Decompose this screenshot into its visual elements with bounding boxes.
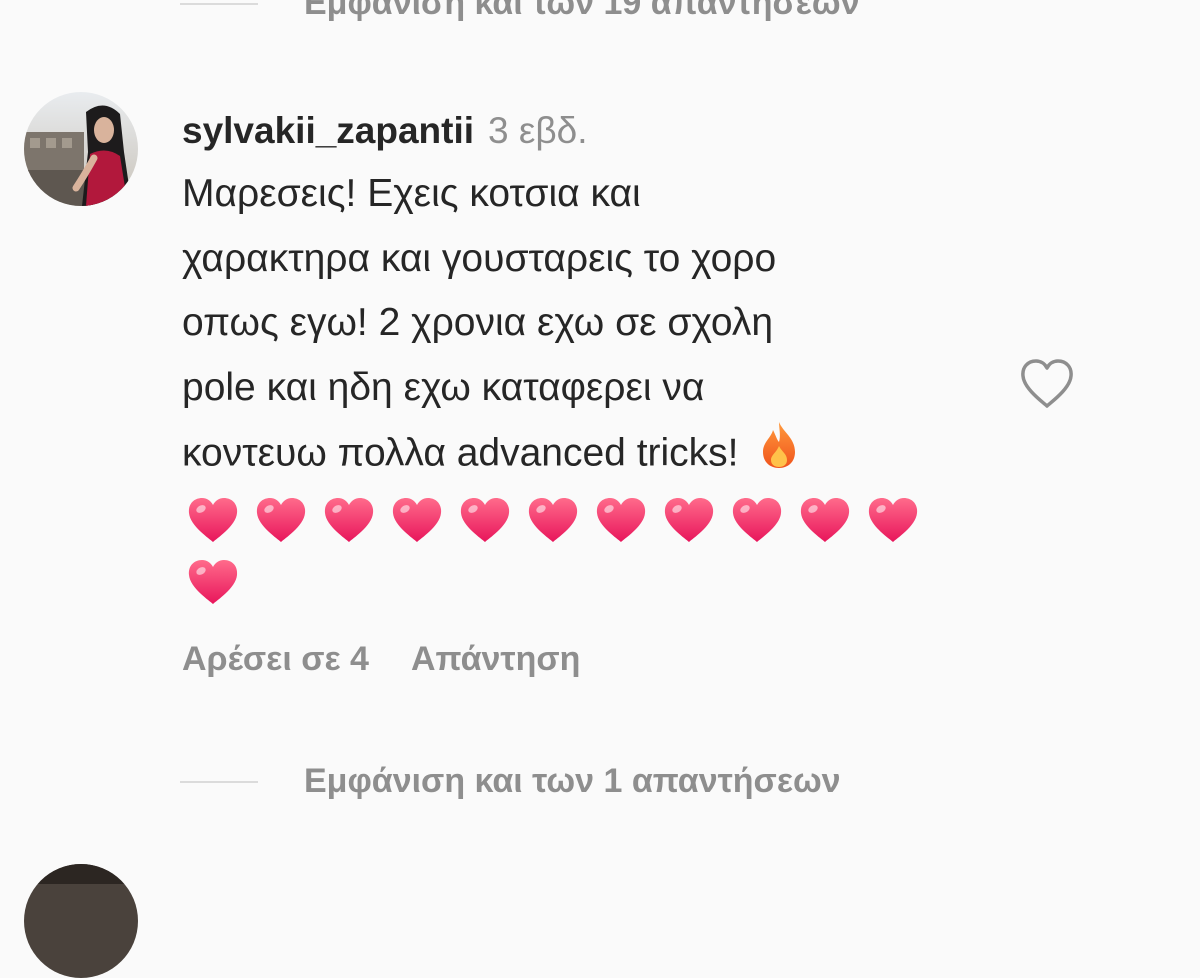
heart-emoji-icon [658,489,720,551]
heart-emoji-icon [794,489,856,551]
comment-line: οπως εγω! 2 χρονια εχω σε σχολη [182,301,774,344]
avatar-photo [24,92,138,206]
comment-line: pole και ηδη εχω καταφερει να [182,365,705,409]
heart-emoji-icon [454,489,516,551]
heart-emoji-icon [386,489,448,551]
comment-line-with-emoji: κοντευω πολλα advanced tricks! [182,420,1002,485]
comment: sylvakii_zapantii 3 εβδ. Μαρεσεις! Εχεις … [182,100,1002,613]
replies-divider [180,2,258,5]
fire-emoji-icon [757,420,801,491]
replies-divider [180,780,258,783]
comment-line: Μαρεσεις! Εχεις κοτσια και [182,172,641,215]
avatar[interactable] [24,864,138,978]
comment-header: sylvakii_zapantii 3 εβδ. [182,100,1002,162]
heart-emojis [182,489,942,613]
heart-emoji-icon [182,489,244,551]
heart-emoji-icon [726,489,788,551]
view-replies-button[interactable]: Εμφάνιση και των 1 απαντήσεων [180,762,841,801]
heart-emoji-icon [318,489,380,551]
comment-line: κοντευω πολλα advanced tricks! [182,431,739,475]
likes-count-button[interactable]: Αρέσει σε 4 [182,640,369,679]
comment-actions: Αρέσει σε 4 Απάντηση [182,640,580,679]
comment-username[interactable]: sylvakii_zapantii [182,110,474,151]
heart-outline-icon [1021,359,1073,408]
reply-button[interactable]: Απάντηση [411,640,580,679]
heart-emoji-icon [862,489,924,551]
heart-emoji-icon [182,551,244,613]
heart-emoji-icon [250,489,312,551]
view-replies-label: Εμφάνιση και των 1 απαντήσεων [304,762,841,800]
heart-emoji-icon [522,489,584,551]
view-replies-button[interactable]: Εμφάνιση και των 19 απαντήσεων [180,0,860,23]
comment-timestamp[interactable]: 3 εβδ. [488,110,588,151]
comment-text: Μαρεσεις! Εχεις κοτσια και χαρακτηρα και… [182,162,1002,485]
view-replies-label: Εμφάνιση και των 19 απαντήσεων [304,0,860,22]
like-comment-button[interactable] [1018,356,1076,412]
avatar-photo [24,864,138,978]
avatar[interactable] [24,92,138,206]
comment-line: χαρακτηρα και γουσταρεις το χορο [182,236,777,280]
heart-emoji-icon [590,489,652,551]
